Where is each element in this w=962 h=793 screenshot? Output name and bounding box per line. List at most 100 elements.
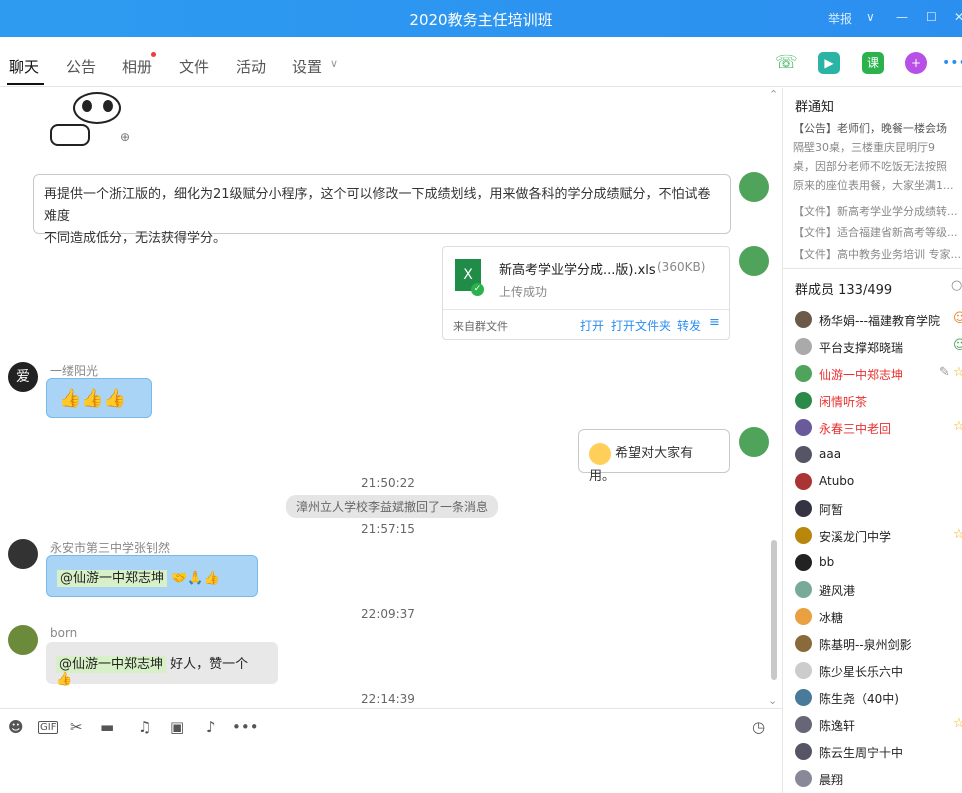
member-item[interactable]: 阿暂: [795, 497, 962, 519]
add-app-icon[interactable]: +: [905, 52, 927, 74]
chat-scrollbar[interactable]: [771, 540, 777, 680]
upload-status: 上传成功: [499, 285, 548, 299]
message-bubble[interactable]: 再提供一个浙江版的，细化为21级赋分小程序，这个可以修改一下成绩划线，用来做各科…: [33, 174, 731, 246]
message-bubble[interactable]: @仙游一中郑志坤 🤝🙏👍: [46, 555, 258, 597]
member-item[interactable]: Atubo: [795, 470, 962, 492]
video-icon[interactable]: ▶: [818, 52, 840, 74]
chevron-down-icon[interactable]: ∨: [330, 57, 338, 70]
member-item[interactable]: 陈云生周宁十中: [795, 740, 962, 762]
sender-name[interactable]: born: [50, 626, 77, 640]
minimize-button[interactable]: —: [896, 10, 908, 24]
member-item[interactable]: 陈生尧（40中): [795, 686, 962, 708]
more-icon[interactable]: •••: [232, 718, 259, 736]
notice-line[interactable]: 原来的座位表用餐，大家坐满1...: [793, 177, 962, 193]
chevron-down-icon[interactable]: ∨: [866, 10, 875, 24]
timestamp: 21:57:15: [361, 522, 415, 536]
system-message: 漳州立人学校李益斌撤回了一条消息: [286, 495, 499, 518]
sender-name[interactable]: 永安市第三中学张钊然: [50, 539, 170, 556]
member-item[interactable]: 仙游一中郑志坤 ✎ ☆: [795, 362, 962, 384]
window-title: 2020教务主任培训班: [409, 11, 553, 29]
thumbs-up-icon: 👍: [56, 672, 73, 687]
notice-file[interactable]: 【文件】新高考学业学分成绩转...: [793, 203, 962, 219]
avatar[interactable]: [8, 625, 38, 655]
file-name: 新高考学业学分成...版).xls: [499, 263, 656, 278]
message-bubble[interactable]: 希望对大家有用。: [578, 429, 730, 484]
emoji-icon[interactable]: ☻: [8, 718, 24, 736]
gesture-emoji-icon: 🤝🙏👍: [171, 571, 220, 586]
notification-dot: [151, 52, 156, 57]
member-item[interactable]: 杨华娟---福建教育学院 ☺: [795, 308, 962, 330]
chat-area[interactable]: ⊕ ⌃ 再提供一个浙江版的，细化为21级赋分小程序，这个可以修改一下成绩划线，用…: [0, 88, 782, 708]
notice-file[interactable]: 【文件】适合福建省新高考等级...: [793, 224, 962, 240]
sender-name[interactable]: 一缕阳光: [50, 362, 98, 379]
avatar[interactable]: [739, 427, 769, 457]
scissors-icon[interactable]: ✂: [70, 718, 83, 736]
zoom-icon[interactable]: ⊕: [120, 130, 130, 144]
open-folder-button[interactable]: 打开文件夹: [611, 317, 671, 334]
member-item[interactable]: 晨翔: [795, 767, 962, 789]
active-tab-indicator: [7, 83, 44, 85]
title-bar: 2020教务主任培训班 举报 ∨ — ☐ ✕: [0, 0, 962, 37]
message-bubble[interactable]: @仙游一中郑志坤 好人，赞一个 👍: [46, 642, 278, 687]
forward-button[interactable]: 转发: [677, 317, 701, 334]
tab-settings[interactable]: 设置: [292, 56, 322, 77]
member-item[interactable]: 避风港: [795, 578, 962, 600]
member-item[interactable]: 永春三中老回 ☆: [795, 416, 962, 438]
member-item[interactable]: 闲情听茶: [795, 389, 962, 411]
phone-icon[interactable]: ☏: [775, 52, 798, 74]
maximize-button[interactable]: ☐: [926, 10, 937, 24]
member-item[interactable]: bb: [795, 551, 962, 573]
timestamp: 21:50:22: [361, 476, 415, 490]
open-file-button[interactable]: 打开: [580, 317, 604, 334]
member-item[interactable]: 平台支撑郑晓瑞 ☺: [795, 335, 962, 357]
notice-title: 群通知: [795, 100, 835, 115]
tab-files[interactable]: 文件: [179, 56, 209, 77]
avatar[interactable]: [739, 172, 769, 202]
music-icon[interactable]: ♫: [138, 718, 151, 736]
bell-icon[interactable]: ♪: [206, 718, 216, 736]
notice-line[interactable]: 隔壁30桌，三楼重庆昆明厅9: [793, 139, 962, 155]
more-icon[interactable]: •••: [942, 52, 962, 74]
message-text: 再提供一个浙江版的，细化为21级赋分小程序，这个可以修改一下成绩划线，用来做各科…: [44, 187, 711, 224]
collapse-icon[interactable]: ⌃: [769, 88, 778, 101]
message-text: 好人，赞一个: [170, 657, 249, 672]
mention-tag[interactable]: @仙游一中郑志坤: [56, 656, 167, 673]
input-area[interactable]: [0, 708, 782, 793]
member-item[interactable]: 陈少星长乐六中: [795, 659, 962, 681]
avatar[interactable]: [739, 246, 769, 276]
avatar[interactable]: 爱: [8, 362, 38, 392]
image-icon[interactable]: ▣: [170, 718, 184, 736]
message-bubble[interactable]: 👍👍👍: [46, 378, 152, 418]
member-count: 群成员 133/499: [795, 283, 893, 298]
file-size: (360KB): [657, 260, 706, 274]
tab-album[interactable]: 相册: [122, 56, 152, 77]
class-icon[interactable]: 课: [862, 52, 884, 74]
member-item[interactable]: 安溪龙门中学 ☆: [795, 524, 962, 546]
report-button[interactable]: 举报: [828, 10, 852, 27]
member-item[interactable]: 陈逸轩 ☆: [795, 713, 962, 735]
timestamp: 22:14:39: [361, 692, 415, 706]
notice-file[interactable]: 【文件】高中教务业务培训 专家...: [793, 246, 962, 262]
mention-tag[interactable]: @仙游一中郑志坤: [57, 570, 168, 587]
member-item[interactable]: 冰糖: [795, 605, 962, 627]
file-source: 来自群文件: [453, 320, 508, 333]
file-card[interactable]: X ✓ 新高考学业学分成...版).xls (360KB) 上传成功 来自群文件…: [442, 246, 730, 340]
tab-chat[interactable]: 聊天: [9, 56, 39, 77]
thumbs-up-icon: 👍👍👍: [59, 388, 127, 409]
history-icon[interactable]: ◷: [752, 718, 765, 736]
member-item[interactable]: aaa: [795, 443, 962, 465]
notice-line[interactable]: 桌，因部分老师不吃饭无法按照: [793, 158, 962, 174]
avatar[interactable]: [8, 539, 38, 569]
check-icon: ✓: [471, 283, 484, 296]
tab-activity[interactable]: 活动: [236, 56, 266, 77]
close-button[interactable]: ✕: [954, 10, 962, 24]
search-icon[interactable]: ○: [951, 278, 962, 293]
notice-line[interactable]: 【公告】老师们，晚餐一楼会场: [793, 120, 962, 136]
tab-announcement[interactable]: 公告: [66, 56, 96, 77]
menu-icon[interactable]: ≡: [709, 315, 720, 330]
smile-emoji-icon: [589, 442, 611, 465]
member-item[interactable]: 陈基明--泉州剑影: [795, 632, 962, 654]
expand-icon[interactable]: ⌄: [768, 694, 777, 707]
folder-icon[interactable]: ▬: [100, 718, 114, 736]
gif-icon[interactable]: GIF: [38, 721, 59, 734]
